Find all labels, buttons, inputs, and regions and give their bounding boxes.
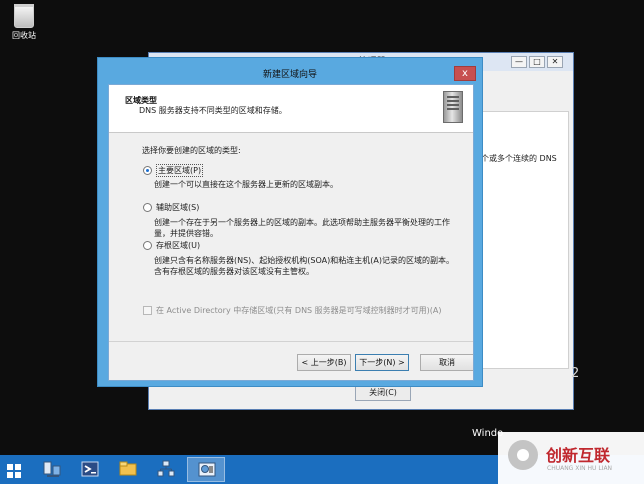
cancel-button[interactable]: 取消: [420, 354, 473, 371]
maximize-button[interactable]: □: [529, 56, 545, 68]
secondary-zone-label[interactable]: 辅助区域(S): [156, 202, 199, 213]
wizard-header: 区域类型 DNS 服务器支持不同类型的区域和存储。: [109, 85, 473, 133]
ad-store-option: 在 Active Directory 中存储区域(只有 DNS 服务器是可写域控…: [143, 305, 442, 316]
powershell-icon: [81, 461, 99, 477]
wizard-header-subtitle: DNS 服务器支持不同类型的区域和存储。: [139, 106, 287, 115]
recycle-bin-icon: [14, 4, 34, 28]
network-icon: [157, 460, 175, 477]
close-window-button[interactable]: ✕: [547, 56, 563, 68]
file-explorer-icon: [119, 461, 137, 476]
dns-close-button[interactable]: 关闭(C): [355, 385, 411, 401]
taskbar-server-manager[interactable]: [33, 457, 71, 482]
recycle-bin-label: 回收站: [12, 31, 36, 40]
new-zone-wizard: 新建区域向导 x 区域类型 DNS 服务器支持不同类型的区域和存储。 选择你要创…: [97, 57, 483, 387]
watermark-sub-text: CHUANG XIN HU LIAN: [547, 465, 613, 472]
wizard-content: 选择你要创建的区域的类型: 主要区域(P) 创建一个可以直接在这个服务器上更新的…: [109, 133, 473, 343]
ad-store-label: 在 Active Directory 中存储区域(只有 DNS 服务器是可写域控…: [156, 306, 442, 315]
primary-zone-description: 创建一个可以直接在这个服务器上更新的区域副本。: [154, 180, 338, 189]
back-button[interactable]: < 上一步(B): [297, 354, 351, 371]
dns-content-panel: [479, 111, 569, 369]
next-button[interactable]: 下一步(N) >: [355, 354, 409, 371]
minimize-button[interactable]: —: [511, 56, 527, 68]
server-manager-icon: [43, 461, 61, 477]
watermark: 创新互联 CHUANG XIN HU LIAN: [498, 432, 644, 484]
watermark-logo-icon: [508, 440, 538, 470]
stub-zone-radio[interactable]: [143, 241, 152, 250]
primary-zone-option[interactable]: 主要区域(P): [143, 164, 204, 177]
background-digit: 2: [571, 366, 580, 381]
wizard-body: 区域类型 DNS 服务器支持不同类型的区域和存储。 选择你要创建的区域的类型: …: [108, 84, 474, 381]
server-icon: [443, 91, 463, 123]
secondary-zone-description: 创建一个存在于另一个服务器上的区域的副本。此选项帮助主服务器平衡处理的工作量，并…: [154, 218, 450, 238]
ad-store-checkbox: [143, 306, 152, 315]
start-icon: [7, 464, 21, 478]
stub-zone-label[interactable]: 存根区域(U): [156, 240, 200, 251]
watermark-main-text: 创新互联: [546, 446, 611, 465]
taskbar-file-explorer[interactable]: [109, 457, 147, 482]
secondary-zone-radio[interactable]: [143, 203, 152, 212]
dns-manager-icon: [198, 462, 216, 477]
wizard-title: 新建区域向导: [262, 70, 317, 80]
taskbar-network[interactable]: [147, 457, 185, 482]
primary-zone-label[interactable]: 主要区域(P): [156, 164, 204, 177]
zone-type-prompt: 选择你要创建的区域的类型:: [142, 146, 241, 155]
recycle-bin[interactable]: 回收站: [6, 4, 42, 41]
secondary-zone-option[interactable]: 辅助区域(S): [143, 202, 199, 213]
taskbar-powershell[interactable]: [71, 457, 109, 482]
wizard-footer: < 上一步(B) 下一步(N) > 取消: [109, 341, 473, 380]
dns-description-text: 个或多个连续的 DNS: [481, 154, 557, 163]
taskbar-dns-manager[interactable]: [187, 457, 225, 482]
primary-zone-radio[interactable]: [143, 166, 152, 175]
stub-zone-option[interactable]: 存根区域(U): [143, 240, 200, 251]
wizard-close-button[interactable]: x: [454, 66, 476, 81]
stub-zone-description: 创建只含有名称服务器(NS)、起始授权机构(SOA)和粘连主机(A)记录的区域的…: [154, 256, 454, 276]
